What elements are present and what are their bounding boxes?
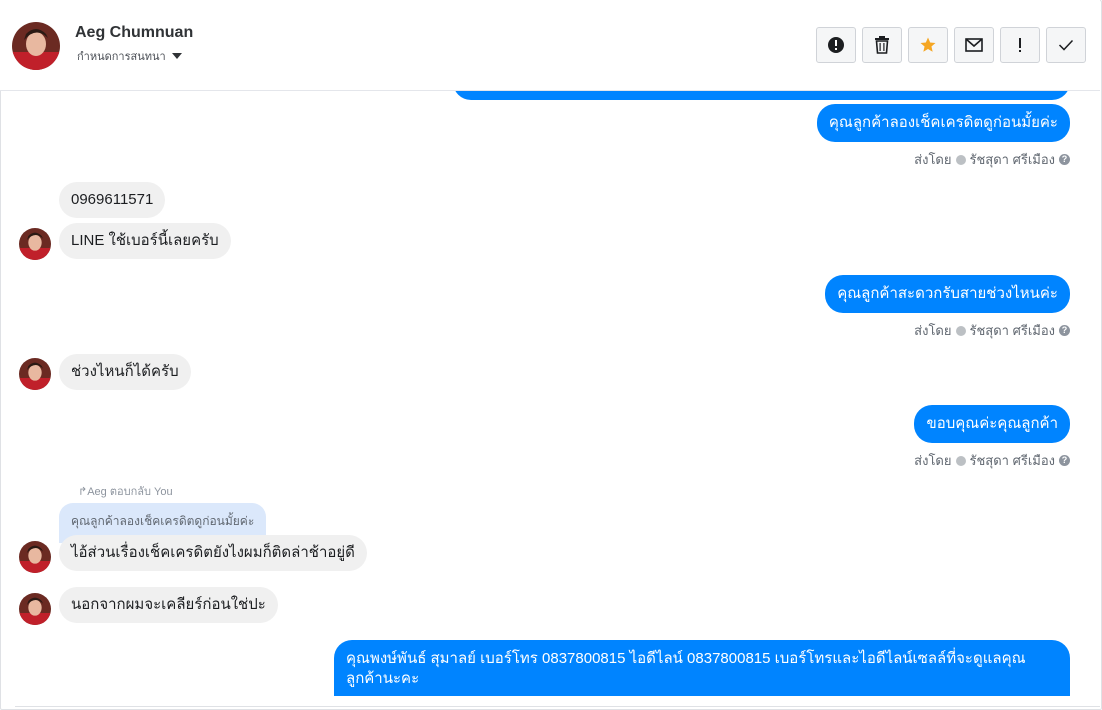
mark-spam-button[interactable] bbox=[816, 27, 856, 63]
contact-name[interactable]: Aeg Chumnuan bbox=[75, 24, 193, 42]
reply-label: ↱Aeg ตอบกลับ You bbox=[78, 486, 173, 498]
mark-unread-button[interactable] bbox=[954, 27, 994, 63]
star-icon bbox=[920, 37, 936, 52]
agent-status-icon bbox=[955, 325, 966, 336]
message-incoming[interactable]: ไอ้ส่วนเรื่องเช็คเครดิตยังไงผมก็ติดล่าช้… bbox=[59, 535, 367, 571]
header-toolbar bbox=[816, 27, 1086, 63]
help-icon[interactable]: ? bbox=[1059, 455, 1070, 466]
message-incoming[interactable]: นอกจากผมจะเคลียร์ก่อนใช่ปะ bbox=[59, 587, 278, 623]
envelope-icon bbox=[965, 38, 983, 52]
delete-button[interactable] bbox=[862, 27, 902, 63]
sent-by-label: ส่งโดย bbox=[914, 152, 952, 167]
contact-avatar[interactable] bbox=[12, 22, 60, 70]
alert-circle-icon bbox=[828, 37, 844, 53]
mark-done-button[interactable] bbox=[1046, 27, 1086, 63]
message-outgoing[interactable]: คุณพงษ์พันธ์ สุมาลย์ เบอร์โทร 0837800815… bbox=[334, 640, 1070, 696]
agent-name[interactable]: รัชสุดา ศรีเมือง bbox=[970, 320, 1056, 341]
contact-avatar-small bbox=[19, 541, 51, 573]
sent-by-line: ส่งโดย รัชสุดา ศรีเมือง ? bbox=[914, 149, 1070, 170]
trash-icon bbox=[875, 36, 889, 54]
sent-by-line: ส่งโดย รัชสุดา ศรีเมือง ? bbox=[914, 320, 1070, 341]
conversation-assign-dropdown[interactable]: กำหนดการสนทนา bbox=[77, 47, 182, 65]
message-outgoing[interactable]: คุณลูกค้าลองเช็คเครดิตดูก่อนมั้ยค่ะ bbox=[816, 104, 1070, 142]
agent-name[interactable]: รัชสุดา ศรีเมือง bbox=[970, 149, 1056, 170]
message-outgoing[interactable]: คุณลูกค้าสะดวกรับสายช่วงไหนค่ะ bbox=[825, 275, 1070, 313]
sent-by-line: ส่งโดย รัชสุดา ศรีเมือง ? bbox=[914, 450, 1070, 471]
contact-avatar-small bbox=[19, 593, 51, 625]
message-outgoing[interactable]: ขอบคุณค่ะคุณลูกค้า bbox=[914, 405, 1070, 443]
conversation-assign-label: กำหนดการสนทนา bbox=[77, 51, 166, 63]
composer-divider bbox=[15, 706, 1100, 707]
exclamation-icon bbox=[1019, 38, 1021, 52]
contact-avatar-small bbox=[19, 358, 51, 390]
caret-down-icon bbox=[171, 53, 182, 59]
help-icon[interactable]: ? bbox=[1059, 325, 1070, 336]
agent-name[interactable]: รัชสุดา ศรีเมือง bbox=[970, 450, 1056, 471]
message-incoming[interactable]: 0969611571 bbox=[59, 182, 166, 218]
agent-status-icon bbox=[955, 455, 966, 466]
check-icon bbox=[1058, 39, 1074, 51]
message-outgoing-partial bbox=[453, 91, 1070, 100]
sent-by-label: ส่งโดย bbox=[914, 323, 952, 338]
follow-up-button[interactable] bbox=[1000, 27, 1040, 63]
contact-avatar-small bbox=[19, 228, 51, 260]
message-incoming[interactable]: LINE ใช้เบอร์นี้เลยครับ bbox=[59, 223, 231, 259]
message-thread[interactable]: คุณลูกค้าลองเช็คเครดิตดูก่อนมั้ยค่ะ ส่งโ… bbox=[0, 91, 1100, 708]
help-icon[interactable]: ? bbox=[1059, 154, 1070, 165]
star-button[interactable] bbox=[908, 27, 948, 63]
agent-status-icon bbox=[955, 154, 966, 165]
sent-by-label: ส่งโดย bbox=[914, 453, 952, 468]
message-incoming[interactable]: ช่วงไหนก็ได้ครับ bbox=[59, 354, 191, 390]
conversation-header: Aeg Chumnuan กำหนดการสนทนา bbox=[0, 0, 1100, 91]
